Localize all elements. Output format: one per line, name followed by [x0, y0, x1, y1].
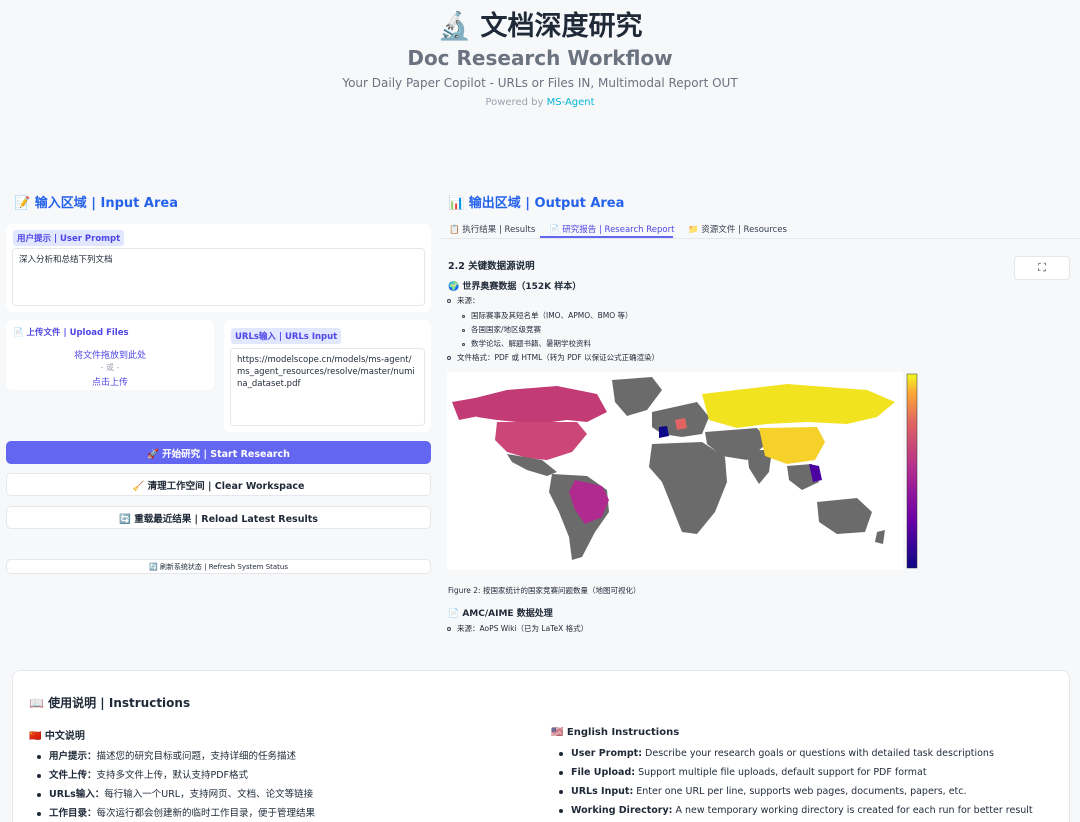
report-section-heading: 2.2 关键数据源说明	[448, 261, 535, 272]
bullet-icon	[462, 342, 465, 346]
format-text: 文件格式：PDF 或 HTML（转为 PDF 以保证公式正确渲染）	[457, 353, 660, 362]
urls-panel: URLs输入 | URLs Input https://modelscope.c…	[224, 320, 431, 432]
item-key: Working Directory:	[571, 805, 673, 816]
list-item: 数学论坛、解题书籍、暑期学校资料	[462, 338, 591, 349]
list-item: URLs Input: Enter one URL per line, supp…	[559, 786, 967, 797]
upload-panel[interactable]: 📄 上传文件 | Upload Files 将文件拖放到此处 - 或 - 点击上…	[6, 320, 214, 390]
instructions-title: 📖 使用说明 | Instructions	[29, 696, 191, 710]
page-title: 🔬 文档深度研究	[437, 11, 643, 42]
tab-research-report[interactable]: 📄 研究报告 | Research Report	[549, 223, 674, 235]
user-prompt-input[interactable]: 深入分析和总结下列文档	[12, 248, 425, 306]
item-value: 每行输入一个URL，支持网页、文档、论文等链接	[104, 789, 314, 800]
upload-or-text: - 或 -	[100, 363, 120, 372]
powered-prefix: Powered by	[485, 97, 547, 108]
bullet-icon	[559, 808, 563, 813]
item-value: 支持多文件上传，默认支持PDF格式	[96, 770, 249, 781]
amc-heading: 📄 AMC/AIME 数据处理	[448, 609, 553, 619]
tab-results[interactable]: 📋 执行结果 | Results	[449, 223, 535, 235]
list-item: Working Directory: A new temporary worki…	[559, 805, 1033, 816]
bullet-icon	[447, 356, 451, 360]
bullet-icon	[447, 627, 451, 631]
list-item: 文件上传：支持多文件上传，默认支持PDF格式	[37, 767, 248, 781]
tab-resources[interactable]: 📁 资源文件 | Resources	[688, 223, 787, 235]
output-tabs: 📋 执行结果 | Results 📄 研究报告 | Research Repor…	[441, 219, 1080, 239]
refresh-status-button[interactable]: 🔄 刷新系统状态 | Refresh System Status	[6, 559, 431, 574]
reload-results-button[interactable]: 🔄 重载最近结果 | Reload Latest Results	[6, 506, 431, 529]
instructions-panel: 📖 使用说明 | Instructions 🇨🇳 中文说明 用户提示：描述您的研…	[12, 670, 1070, 822]
item-value: Describe your research goals or question…	[642, 748, 994, 759]
item-value: Support multiple file uploads, default s…	[635, 767, 927, 778]
user-prompt-panel: 用户提示 | User Prompt 深入分析和总结下列文档	[6, 224, 431, 312]
urls-input[interactable]: https://modelscope.cn/models/ms-agent/ms…	[230, 348, 425, 426]
output-area-title: 📊 输出区域 | Output Area	[448, 196, 625, 211]
upload-label: 📄 上传文件 | Upload Files	[13, 328, 129, 338]
clear-workspace-button[interactable]: 🧹 清理工作空间 | Clear Workspace	[6, 473, 431, 496]
zh-instructions-title: 🇨🇳 中文说明	[29, 731, 85, 742]
list-item: 国际赛事及其短名单（IMO、APMO、BMO 等）	[462, 310, 633, 321]
bullet-icon	[462, 328, 465, 332]
en-instructions-title: 🇺🇸 English Instructions	[551, 727, 680, 738]
colorbar	[906, 373, 918, 569]
item-key: 用户提示：	[49, 751, 97, 762]
world-data-heading: 🌍 世界奥赛数据（152K 样本）	[448, 282, 582, 292]
item-key: 工作目录：	[49, 808, 97, 819]
germany-shape	[675, 418, 687, 430]
start-research-button[interactable]: 🚀 开始研究 | Start Research	[6, 441, 431, 464]
bullet-icon	[37, 792, 41, 797]
upload-click-text[interactable]: 点击上传	[6, 375, 214, 388]
source-item: 国际赛事及其短名单（IMO、APMO、BMO 等）	[471, 311, 633, 320]
active-tab-indicator	[540, 236, 673, 238]
list-item: User Prompt: Describe your research goal…	[559, 748, 994, 759]
item-key: File Upload:	[571, 767, 636, 778]
source-item: 数学论坛、解题书籍、暑期学校资料	[471, 339, 591, 348]
item-key: User Prompt:	[571, 748, 643, 759]
bullet-icon	[559, 789, 563, 794]
source-label: 来源：	[457, 296, 480, 305]
world-map-figure	[447, 372, 918, 570]
item-value: Enter one URL per line, supports web pag…	[633, 786, 967, 797]
list-item: 用户提示：描述您的研究目标或问题，支持详细的任务描述	[37, 748, 296, 762]
bullet-icon	[559, 751, 563, 756]
item-key: URLs输入：	[49, 789, 105, 800]
source-item: 各国国家/地区级竞赛	[471, 325, 542, 334]
list-item: 来源：	[447, 295, 480, 306]
item-key: 文件上传：	[49, 770, 97, 781]
urls-label: URLs输入 | URLs Input	[231, 328, 342, 344]
user-prompt-label: 用户提示 | User Prompt	[13, 230, 125, 246]
powered-by: Powered by MS-Agent	[0, 97, 1080, 108]
list-item: File Upload: Support multiple file uploa…	[559, 767, 927, 778]
bullet-icon	[37, 754, 41, 759]
amc-source-text: 来源：AoPS Wiki（已为 LaTeX 格式）	[457, 624, 589, 633]
figure-caption: Figure 2: 按国家统计的国家竞赛问题数量（地图可视化）	[448, 586, 641, 595]
bullet-icon	[37, 811, 41, 816]
item-value: A new temporary working directory is cre…	[672, 805, 1033, 816]
list-item: 文件格式：PDF 或 HTML（转为 PDF 以保证公式正确渲染）	[447, 352, 659, 363]
page-subtitle: Doc Research Workflow	[407, 46, 673, 70]
list-item: 各国国家/地区级竞赛	[462, 324, 541, 335]
upload-drop-text: 将文件拖放到此处	[73, 351, 146, 361]
ms-agent-link[interactable]: MS-Agent	[547, 97, 595, 108]
list-item: URLs输入：每行输入一个URL，支持网页、文档、论文等链接	[37, 786, 313, 800]
fullscreen-icon[interactable]: ⛶	[1014, 256, 1070, 280]
bullet-icon	[447, 299, 451, 303]
item-value: 每次运行都会创建新的临时工作目录，便于管理结果	[96, 808, 316, 819]
bullet-icon	[37, 773, 41, 778]
input-area-title: 📝 输入区域 | Input Area	[14, 196, 178, 211]
page-tagline: Your Daily Paper Copilot - URLs or Files…	[342, 76, 738, 90]
item-value: 描述您的研究目标或问题，支持详细的任务描述	[96, 751, 297, 762]
item-key: URLs Input:	[571, 786, 634, 797]
bullet-icon	[559, 770, 563, 775]
list-item: 来源：AoPS Wiki（已为 LaTeX 格式）	[447, 623, 588, 634]
list-item: 工作目录：每次运行都会创建新的临时工作目录，便于管理结果	[37, 805, 315, 819]
bullet-icon	[462, 314, 465, 318]
